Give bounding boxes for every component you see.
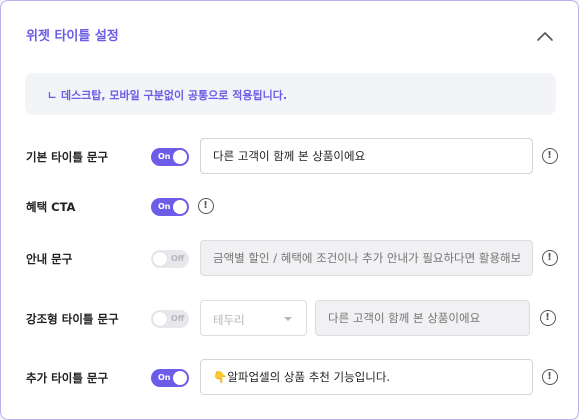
toggle-state-label: On <box>158 373 171 382</box>
guide-text-toggle[interactable]: Off <box>151 250 189 268</box>
toggle-knob <box>173 150 187 164</box>
notice-text: ㄴ 데스크탑, 모바일 구분없이 공통으로 적용됩니다. <box>47 89 288 102</box>
benefit-cta-toggle[interactable]: On <box>151 198 189 216</box>
row-label: 추가 타이틀 문구 <box>26 371 109 385</box>
caret-down-icon <box>284 317 292 321</box>
guide-text-input[interactable] <box>200 240 533 276</box>
emphasis-title-input[interactable] <box>315 300 530 336</box>
info-icon[interactable]: ! <box>542 148 558 164</box>
info-icon[interactable]: ! <box>540 310 556 326</box>
info-icon[interactable]: ! <box>542 250 558 266</box>
additional-title-toggle[interactable]: On <box>151 369 189 387</box>
select-value: 테두리 <box>213 313 245 327</box>
row-emphasis-title: 강조형 타이틀 문구 Off 테두리 ! <box>1 299 578 339</box>
row-guide-text: 안내 문구 Off ! <box>1 239 578 279</box>
info-icon[interactable]: ! <box>198 198 214 214</box>
toggle-knob <box>153 312 167 326</box>
row-benefit-cta: 혜택 CTA On ! <box>1 187 578 227</box>
row-additional-title: 추가 타이틀 문구 On ! <box>1 358 578 398</box>
row-label: 강조형 타이틀 문구 <box>26 312 119 326</box>
additional-title-input[interactable] <box>200 359 533 395</box>
basic-title-toggle[interactable]: On <box>151 148 189 166</box>
toggle-knob <box>153 252 167 266</box>
emphasis-title-toggle[interactable]: Off <box>151 310 189 328</box>
widget-title-settings-panel: 위젯 타이틀 설정 ㄴ 데스크탑, 모바일 구분없이 공통으로 적용됩니다. 기… <box>0 0 579 420</box>
emphasis-style-select[interactable]: 테두리 <box>200 300 307 336</box>
toggle-state-label: On <box>158 152 171 161</box>
chevron-up-icon[interactable] <box>534 25 556 47</box>
panel-header[interactable]: 위젯 타이틀 설정 <box>1 1 578 69</box>
row-basic-title: 기본 타이틀 문구 On ! <box>1 137 578 177</box>
row-label: 혜택 CTA <box>26 200 76 214</box>
notice-box: ㄴ 데스크탑, 모바일 구분없이 공통으로 적용됩니다. <box>25 73 556 115</box>
toggle-knob <box>173 200 187 214</box>
basic-title-input[interactable] <box>200 138 533 174</box>
toggle-state-label: On <box>158 202 171 211</box>
toggle-state-label: Off <box>171 314 185 323</box>
toggle-state-label: Off <box>171 254 185 263</box>
info-icon[interactable]: ! <box>542 369 558 385</box>
panel-title: 위젯 타이틀 설정 <box>26 29 119 44</box>
row-label: 기본 타이틀 문구 <box>26 150 109 164</box>
row-label: 안내 문구 <box>26 252 73 266</box>
toggle-knob <box>173 371 187 385</box>
